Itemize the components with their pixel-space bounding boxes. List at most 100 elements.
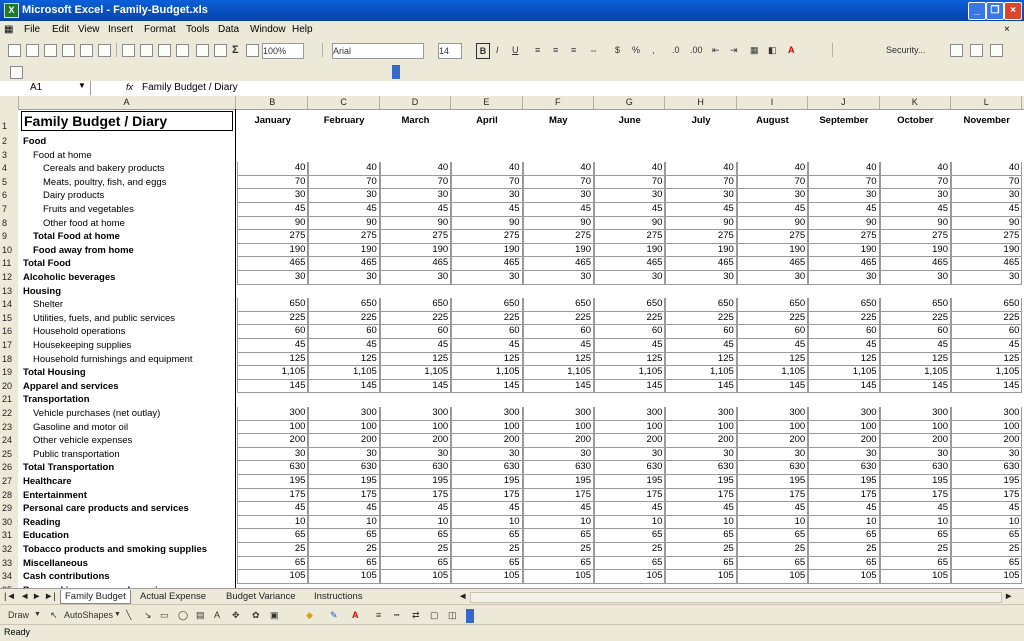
value-cell[interactable]: 65 [665, 556, 737, 571]
value-cell[interactable]: 465 [665, 257, 737, 271]
row-label-cell[interactable]: Total Food at home [21, 230, 248, 244]
zoom-select[interactable]: 100% [262, 43, 304, 59]
value-cell[interactable]: 60 [379, 325, 452, 339]
value-cell[interactable] [951, 135, 1022, 149]
value-cell[interactable]: 200 [379, 434, 452, 448]
row-header[interactable]: 26 [0, 461, 18, 475]
cut-icon[interactable] [122, 44, 135, 57]
value-cell[interactable]: 40 [808, 162, 880, 176]
row-label-cell[interactable]: Transportation [21, 393, 238, 407]
rectangle-tool-icon[interactable]: ▭ [160, 608, 169, 622]
print-icon[interactable] [62, 44, 75, 57]
value-cell[interactable]: 465 [237, 257, 309, 271]
value-cell[interactable]: 30 [879, 189, 951, 203]
row-header[interactable]: 11 [0, 257, 18, 271]
value-cell[interactable]: 145 [951, 379, 1023, 394]
value-cell[interactable]: 10 [522, 515, 594, 530]
decrease-indent-icon[interactable]: ⇤ [712, 43, 720, 57]
row-label-cell[interactable]: Meats, poultry, fish, and eggs [21, 176, 258, 190]
row-header[interactable]: 16 [0, 325, 18, 339]
value-cell[interactable]: 30 [522, 271, 594, 285]
value-cell[interactable]: 225 [879, 311, 951, 326]
value-cell[interactable]: 10 [808, 515, 880, 530]
line-color-icon[interactable]: ✎ [330, 608, 338, 622]
fill-color-icon[interactable]: ◆ [306, 608, 313, 622]
row-header[interactable]: 15 [0, 311, 18, 326]
bold-button[interactable]: B [476, 43, 490, 59]
value-cell[interactable]: 300 [522, 407, 594, 421]
increase-indent-icon[interactable]: ⇥ [730, 43, 738, 57]
value-cell[interactable]: 90 [879, 216, 951, 231]
align-right-icon[interactable]: ≡ [571, 43, 576, 57]
value-cell[interactable]: 175 [522, 488, 594, 503]
value-cell[interactable]: 10 [594, 515, 666, 530]
3d-icon[interactable]: ◫ [448, 608, 457, 622]
month-header-september[interactable]: September [808, 109, 879, 127]
value-cell[interactable]: 100 [808, 420, 880, 435]
value-cell[interactable]: 30 [379, 189, 452, 203]
value-cell[interactable]: 65 [736, 556, 809, 571]
horizontal-scroll-left-icon[interactable]: ◄ [458, 590, 467, 603]
row-header[interactable]: 21 [0, 393, 18, 407]
macro-icon[interactable] [950, 44, 963, 57]
value-cell[interactable]: 25 [736, 543, 809, 557]
value-cell[interactable]: 200 [951, 434, 1023, 448]
value-cell[interactable]: 225 [951, 311, 1023, 326]
value-cell[interactable]: 40 [736, 162, 809, 176]
value-cell[interactable]: 275 [451, 230, 523, 244]
workbook-icon[interactable]: ▦ [4, 24, 13, 35]
value-cell[interactable]: 200 [879, 434, 951, 448]
row-label-cell[interactable]: Vehicle purchases (net outlay) [21, 407, 248, 421]
value-cell[interactable]: 630 [308, 461, 380, 475]
value-cell[interactable]: 90 [594, 216, 666, 231]
value-cell[interactable]: 30 [594, 447, 666, 462]
value-cell[interactable]: 225 [451, 311, 523, 326]
value-cell[interactable]: 125 [522, 352, 594, 367]
row-header[interactable]: 12 [0, 271, 18, 285]
value-cell[interactable] [808, 285, 879, 299]
value-cell[interactable]: 25 [808, 543, 880, 557]
value-cell[interactable] [665, 285, 736, 299]
value-cell[interactable]: 125 [379, 352, 452, 367]
value-cell[interactable]: 175 [237, 488, 309, 503]
chevron-down-icon[interactable]: ▼ [34, 608, 41, 622]
select-objects-icon[interactable]: ↖ [50, 608, 58, 622]
value-cell[interactable]: 70 [736, 175, 809, 190]
row-header[interactable]: 25 [0, 447, 18, 462]
column-header-j[interactable]: J [808, 96, 880, 109]
value-cell[interactable]: 30 [522, 447, 594, 462]
visual-basic-icon[interactable] [970, 44, 983, 57]
value-cell[interactable]: 175 [451, 488, 523, 503]
value-cell[interactable] [380, 135, 451, 149]
value-cell[interactable]: 40 [951, 162, 1023, 176]
value-cell[interactable]: 1,105 [451, 366, 523, 380]
value-cell[interactable]: 175 [379, 488, 452, 503]
value-cell[interactable]: 70 [451, 175, 523, 190]
name-box[interactable]: A1 ▼ [0, 81, 91, 95]
row-header[interactable]: 6 [0, 189, 18, 203]
column-header-f[interactable]: F [523, 96, 594, 109]
menu-file[interactable]: File [24, 24, 40, 35]
value-cell[interactable]: 45 [237, 203, 309, 217]
value-cell[interactable]: 105 [379, 570, 452, 584]
value-cell[interactable]: 45 [665, 502, 737, 516]
value-cell[interactable]: 65 [879, 529, 951, 543]
value-cell[interactable]: 300 [736, 407, 809, 421]
sheet-tab-instructions[interactable]: Instructions [314, 590, 363, 603]
value-cell[interactable]: 45 [951, 502, 1023, 516]
value-cell[interactable]: 70 [951, 175, 1023, 190]
value-cell[interactable]: 125 [879, 352, 951, 367]
shadow-icon[interactable]: ▢ [430, 608, 439, 622]
value-cell[interactable]: 125 [594, 352, 666, 367]
value-cell[interactable] [665, 149, 736, 163]
font-size-select[interactable]: 14 [438, 43, 462, 59]
month-header-march[interactable]: March [380, 109, 451, 127]
value-cell[interactable]: 90 [665, 216, 737, 231]
value-cell[interactable]: 30 [736, 271, 809, 285]
comma-icon[interactable]: , [652, 43, 655, 57]
fill-color-icon[interactable]: ◧ [768, 43, 777, 57]
value-cell[interactable]: 275 [594, 230, 666, 244]
value-cell[interactable]: 60 [736, 325, 809, 339]
row-header[interactable]: 29 [0, 502, 18, 516]
value-cell[interactable]: 25 [237, 543, 309, 557]
